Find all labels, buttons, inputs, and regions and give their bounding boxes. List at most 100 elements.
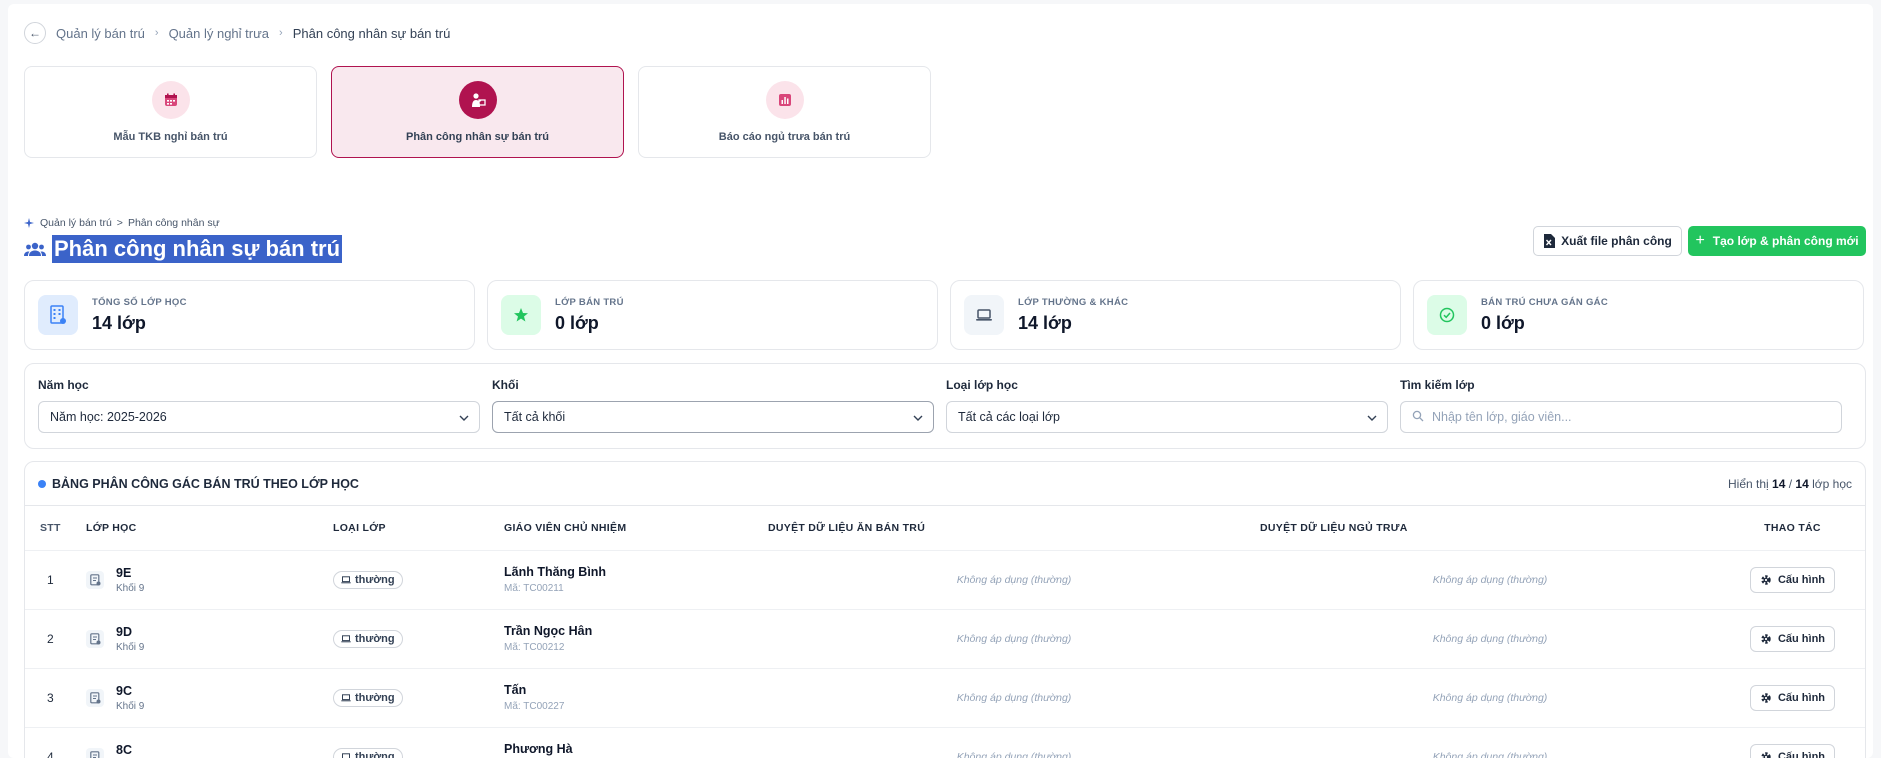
search-input[interactable]: Nhập tên lớp, giáo viên... [1400,401,1842,433]
table-header-row: STT LỚP HỌC LOẠI LỚP GIÁO VIÊN CHỦ NHIỆM… [25,506,1865,550]
meal-approval-status: Không áp dụng (thường) [956,573,1072,586]
row-type-cell: thường [333,549,504,609]
class-type-badge: thường [333,629,403,648]
teacher-code: Mã: TC00212 [504,642,565,653]
filter-search: Tìm kiếm lớp Nhập tên lớp, giáo viên... [1400,378,1842,433]
col-class: LỚP HỌC [86,521,137,534]
filter-label: Tìm kiếm lớp [1400,378,1475,392]
class-grade: Khối 9 [116,700,145,712]
feature-card-label: Báo cáo ngủ trưa bán trú [718,131,851,143]
gear-icon [1761,574,1771,585]
back-arrow-icon[interactable]: ← [24,22,46,44]
stat-value: 0 lớp [555,312,599,333]
count-sep: / [1788,476,1793,491]
school-year-select[interactable]: Năm học: 2025-2026 [38,401,480,433]
class-name[interactable]: 9C [116,684,144,698]
laptop-icon [341,634,351,642]
class-type-select[interactable]: Tất cả các loại lớp [946,401,1388,433]
create-class-button[interactable]: + Tạo lớp & phân công mới [1688,226,1866,256]
class-grade: Khối 9 [116,641,145,653]
calendar-icon [151,81,190,119]
row-teacher-cell: Phương Hà Mã: TC00194 [504,726,768,758]
stat-card-unassigned: BÁN TRÚ CHƯA GÁN GÁC 0 lớp [1413,280,1864,350]
class-name[interactable]: 8C [116,743,144,757]
class-grade: Khối 9 [116,582,145,594]
configure-button[interactable]: Cấu hình [1749,743,1836,758]
col-action: THAO TÁC [1764,521,1821,534]
row-stt: 4 [25,726,86,758]
page-title: Phân công nhân sự bán trú [52,235,343,263]
laptop-icon [964,295,1004,335]
breadcrumb-item-2[interactable]: Quản lý nghỉ trưa [169,26,269,41]
row-nap-cell: Không áp dụng (thường) [1260,608,1720,668]
filter-bar: Năm học Năm học: 2025-2026 Khối Tất cả k… [24,363,1866,449]
class-doc-icon [86,570,104,589]
configure-button[interactable]: Cấu hình [1749,625,1836,652]
feature-card-report[interactable]: Báo cáo ngủ trưa bán trú [638,66,931,158]
configure-button[interactable]: Cấu hình [1749,684,1836,711]
class-name[interactable]: 9D [116,625,144,639]
teacher-name: Phương Hà [504,742,573,757]
status-dot-icon [38,479,46,488]
section-breadcrumb: Quản lý bán trú > Phân công nhân sự [24,217,220,229]
row-action-cell: Cấu hình [1720,667,1865,727]
col-nap: DUYỆT DỮ LIỆU NGỦ TRƯA [1260,521,1408,534]
configure-button[interactable]: Cấu hình [1749,566,1836,593]
table-row: 3 9C Khối 9 thường Tấn Mã: TC00227 Không… [25,667,1865,727]
stat-cards: TỔNG SỐ LỚP HỌC 14 lớp LỚP BÁN TRÚ 0 lớp… [24,280,1864,350]
teacher-name: Lãnh Thăng Bình [504,565,607,579]
class-doc-icon [86,688,104,707]
row-meal-cell: Không áp dụng (thường) [768,726,1260,758]
class-info: 9E Khối 9 [86,566,333,594]
row-type-cell: thường [333,667,504,727]
nap-approval-status: Không áp dụng (thường) [1432,691,1548,704]
feature-card-assign[interactable]: Phân công nhân sự bán trú [331,66,624,158]
filter-label: Khối [492,378,519,392]
section-breadcrumb-item: Phân công nhân sự [127,217,220,229]
stat-label: TỔNG SỐ LỚP HỌC [92,296,187,308]
page: ← Quản lý bán trú › Quản lý nghỉ trưa › … [0,0,1881,758]
row-class-cell: 9E Khối 9 [86,549,333,609]
export-button-label: Xuất file phân công [1561,234,1672,248]
class-name[interactable]: 9E [116,566,144,580]
row-meal-cell: Không áp dụng (thường) [768,608,1260,668]
star-icon [501,295,541,335]
page-container: ← Quản lý bán trú › Quản lý nghỉ trưa › … [8,4,1873,758]
stat-label: LỚP BÁN TRÚ [555,296,624,308]
class-type-label: thường [355,632,395,645]
row-teacher-cell: Trần Ngọc Hân Mã: TC00212 [504,608,768,668]
class-info: 9C Khối 9 [86,684,333,712]
stat-value: 0 lớp [1481,312,1525,333]
col-meal: DUYỆT DỮ LIỆU ĂN BÁN TRÚ [768,521,926,534]
stat-value: 14 lớp [1018,312,1072,333]
count-total: 14 [1795,476,1809,491]
count-prefix: Hiển thị [1727,476,1769,491]
count-suffix: lớp học [1812,476,1852,491]
excel-file-icon [1544,234,1556,248]
class-type-label: thường [355,573,395,586]
table-title-text: BẢNG PHÂN CÔNG GÁC BÁN TRÚ THEO LỚP HỌC [52,476,359,491]
section-breadcrumb-item[interactable]: Quản lý bán trú [40,217,112,229]
row-action-cell: Cấu hình [1720,549,1865,609]
search-icon [1412,410,1424,425]
breadcrumb-item-1[interactable]: Quản lý bán trú [56,26,145,41]
row-teacher-cell: Tấn Mã: TC00227 [504,667,768,727]
feature-card-tkb[interactable]: Mẫu TKB nghỉ bán trú [24,66,317,158]
class-info: 8C Khối 8 [86,743,333,758]
meal-approval-status: Không áp dụng (thường) [956,691,1072,704]
grade-select[interactable]: Tất cả khối [492,401,934,433]
laptop-icon [342,753,350,758]
row-stt: 3 [25,667,86,727]
row-action-cell: Cấu hình [1720,608,1865,668]
class-type-label: thường [355,750,395,758]
row-class-cell: 9C Khối 9 [86,667,333,727]
nap-approval-status: Không áp dụng (thường) [1432,573,1548,586]
table-title: BẢNG PHÂN CÔNG GÁC BÁN TRÚ THEO LỚP HỌC [38,477,359,491]
class-doc-icon [86,747,104,758]
meal-approval-status: Không áp dụng (thường) [956,632,1072,645]
stat-label: LỚP THƯỜNG & KHÁC [1018,296,1129,308]
row-meal-cell: Không áp dụng (thường) [768,549,1260,609]
feature-cards: Mẫu TKB nghỉ bán trú Phân công nhân sự b… [24,66,931,158]
export-button[interactable]: Xuất file phân công [1533,226,1682,256]
section-breadcrumb-sep: > [116,217,123,229]
